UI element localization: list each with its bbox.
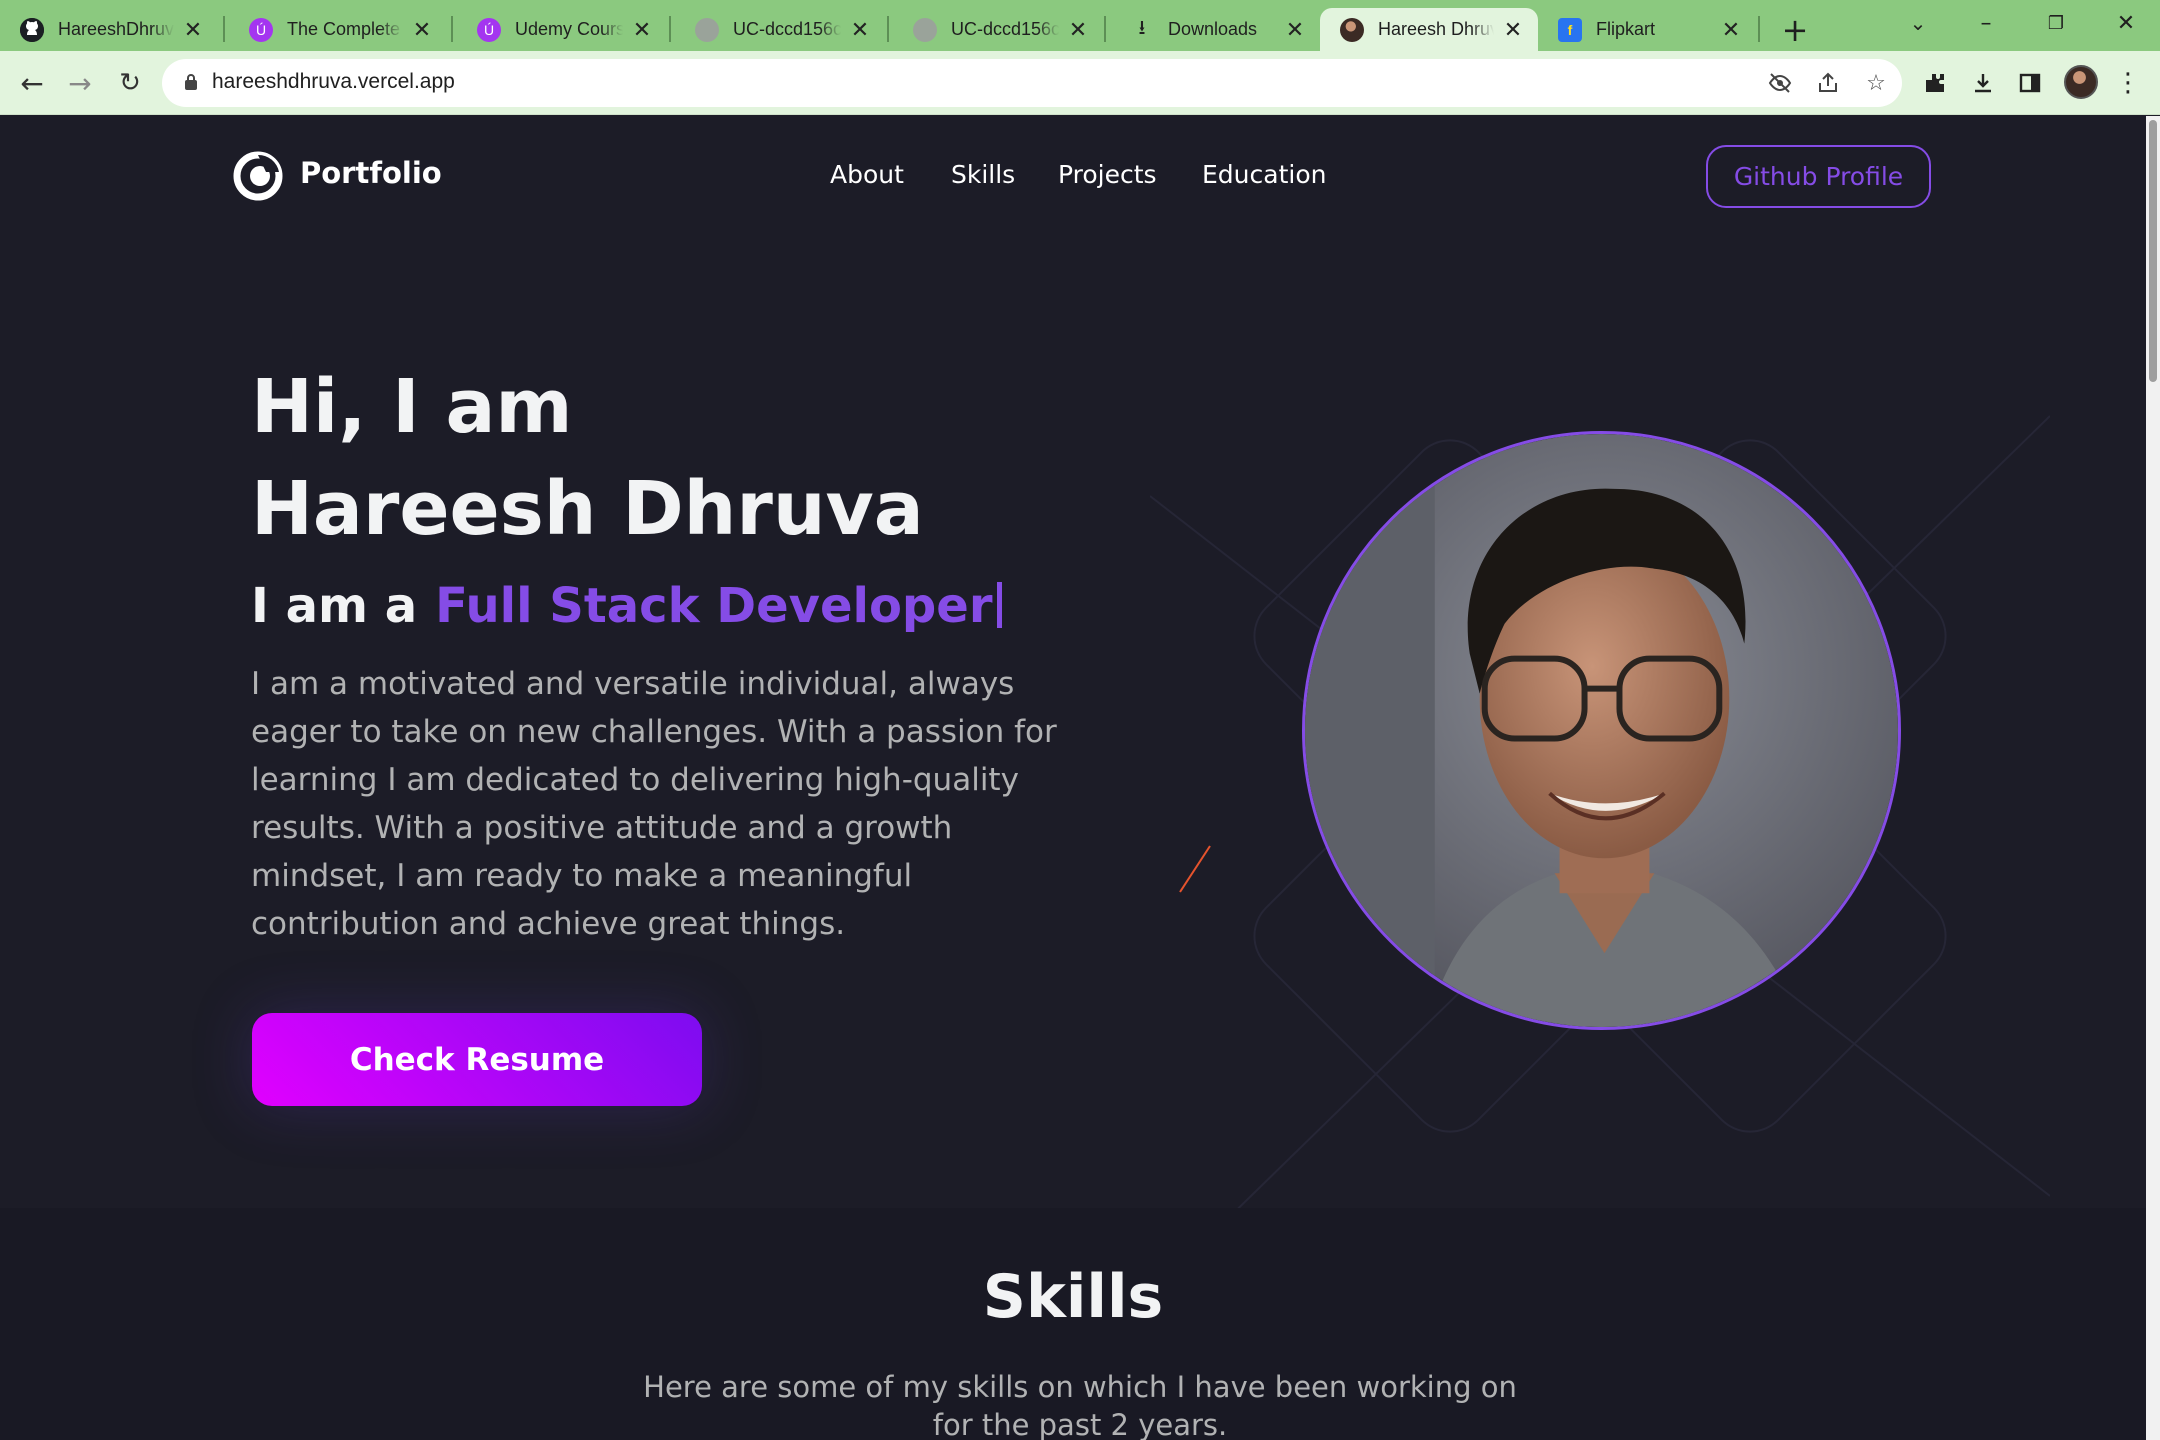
reload-icon[interactable]: ↻ [110,63,150,103]
hero-description: I am a motivated and versatile individua… [251,666,1057,942]
logo-text[interactable]: Portfolio [300,156,442,190]
restore-icon[interactable]: ❐ [2026,4,2086,42]
extensions-icon[interactable] [1917,65,1953,101]
tab-flipkart[interactable]: f Flipkart ✕ [1538,8,1756,51]
url-text[interactable]: hareeshdhruva.vercel.app [212,70,455,94]
page-scrollbar[interactable] [2146,116,2160,1440]
tab-udemy-1[interactable]: Ú The Complete ✕ [229,8,447,51]
lock-icon [185,74,197,90]
profile-photo-icon [1340,17,1364,42]
tab-title: Downloads [1168,19,1258,39]
typing-cursor [996,582,1002,628]
logo-icon[interactable] [232,150,284,202]
tab-search-chevron-icon[interactable]: ⌄ [1888,4,1948,42]
skills-title: Skills [982,1262,1164,1332]
menu-kebab-icon[interactable]: ⋮ [2110,65,2146,101]
hero-name: Hareesh Dhruva [251,466,924,552]
close-tab-icon[interactable]: ✕ [1284,17,1306,42]
page-viewport: Portfolio About Skills Projects Educatio… [0,116,2160,1440]
share-icon[interactable] [1814,69,1842,97]
tab-separator [223,16,225,42]
profile-photo [1302,431,1901,1030]
nav-education[interactable]: Education [1202,160,1326,189]
hero-greeting: Hi, I am [251,364,573,450]
hero-role: Full Stack Developer [435,578,993,634]
github-icon [20,17,44,42]
bookmark-star-icon[interactable]: ☆ [1862,69,1890,97]
close-tab-icon[interactable]: ✕ [849,17,871,42]
close-tab-icon[interactable]: ✕ [1067,17,1089,42]
tab-certificate-2[interactable]: UC-dccd156c- ✕ [893,8,1103,51]
tab-certificate-1[interactable]: UC-dccd156c- ✕ [675,8,885,51]
tab-separator [451,16,453,42]
close-window-icon[interactable]: ✕ [2096,4,2156,42]
tab-title: Udemy Course [515,19,623,39]
tab-separator [1104,16,1106,42]
side-panel-icon[interactable] [2012,65,2048,101]
close-tab-icon[interactable]: ✕ [1502,17,1524,42]
browser-tab-strip: HareeshDhruva ✕ Ú The Complete ✕ Ú Udemy… [0,0,2160,51]
forward-icon[interactable]: → [60,63,100,103]
close-tab-icon[interactable]: ✕ [1720,17,1742,42]
tab-title: The Complete [287,19,401,39]
tab-portfolio-active[interactable]: Hareesh Dhruva ✕ [1320,8,1538,51]
tab-downloads[interactable]: ⭳ Downloads ✕ [1110,8,1320,51]
browser-toolbar: ← → ↻ hareeshdhruva.vercel.app ☆ ⋮ [0,51,2160,115]
scrollbar-thumb[interactable] [2149,120,2157,382]
tab-title: Flipkart [1596,19,1656,39]
globe-icon [695,17,719,42]
tab-title: UC-dccd156c- [951,19,1059,39]
udemy-icon: Ú [477,17,501,42]
tab-github[interactable]: HareeshDhruva ✕ [0,8,218,51]
profile-avatar[interactable] [2064,65,2098,99]
new-tab-icon[interactable]: + [1775,10,1815,50]
tab-title: Hareesh Dhruva [1378,19,1494,39]
close-tab-icon[interactable]: ✕ [411,17,433,42]
minimize-icon[interactable]: – [1956,4,2016,42]
download-icon[interactable] [1965,65,2001,101]
tab-title: HareeshDhruva [58,19,174,39]
download-icon: ⭳ [1138,16,1146,39]
tab-separator [669,16,671,42]
address-bar[interactable]: hareeshdhruva.vercel.app ☆ [162,59,1902,107]
tab-title: UC-dccd156c- [733,19,841,39]
close-tab-icon[interactable]: ✕ [631,17,653,42]
nav-about[interactable]: About [830,160,904,189]
nav-skills[interactable]: Skills [951,160,1015,189]
globe-icon [913,17,937,42]
check-resume-button[interactable]: Check Resume [252,1013,702,1106]
hero-prefix: I am a [251,578,418,634]
github-profile-button[interactable]: Github Profile [1706,145,1931,208]
hero-subtitle: I am a Full Stack Developer [251,578,1002,634]
tab-separator [1758,16,1760,42]
close-tab-icon[interactable]: ✕ [182,17,204,42]
flipkart-icon: f [1558,17,1582,42]
skills-subtitle: Here are some of my skills on which I ha… [643,1370,1517,1440]
tab-separator [887,16,889,42]
eye-off-icon[interactable] [1766,69,1794,97]
back-icon[interactable]: ← [12,63,52,103]
udemy-icon: Ú [249,17,273,42]
nav-projects[interactable]: Projects [1058,160,1157,189]
tab-udemy-2[interactable]: Ú Udemy Course ✕ [457,8,667,51]
